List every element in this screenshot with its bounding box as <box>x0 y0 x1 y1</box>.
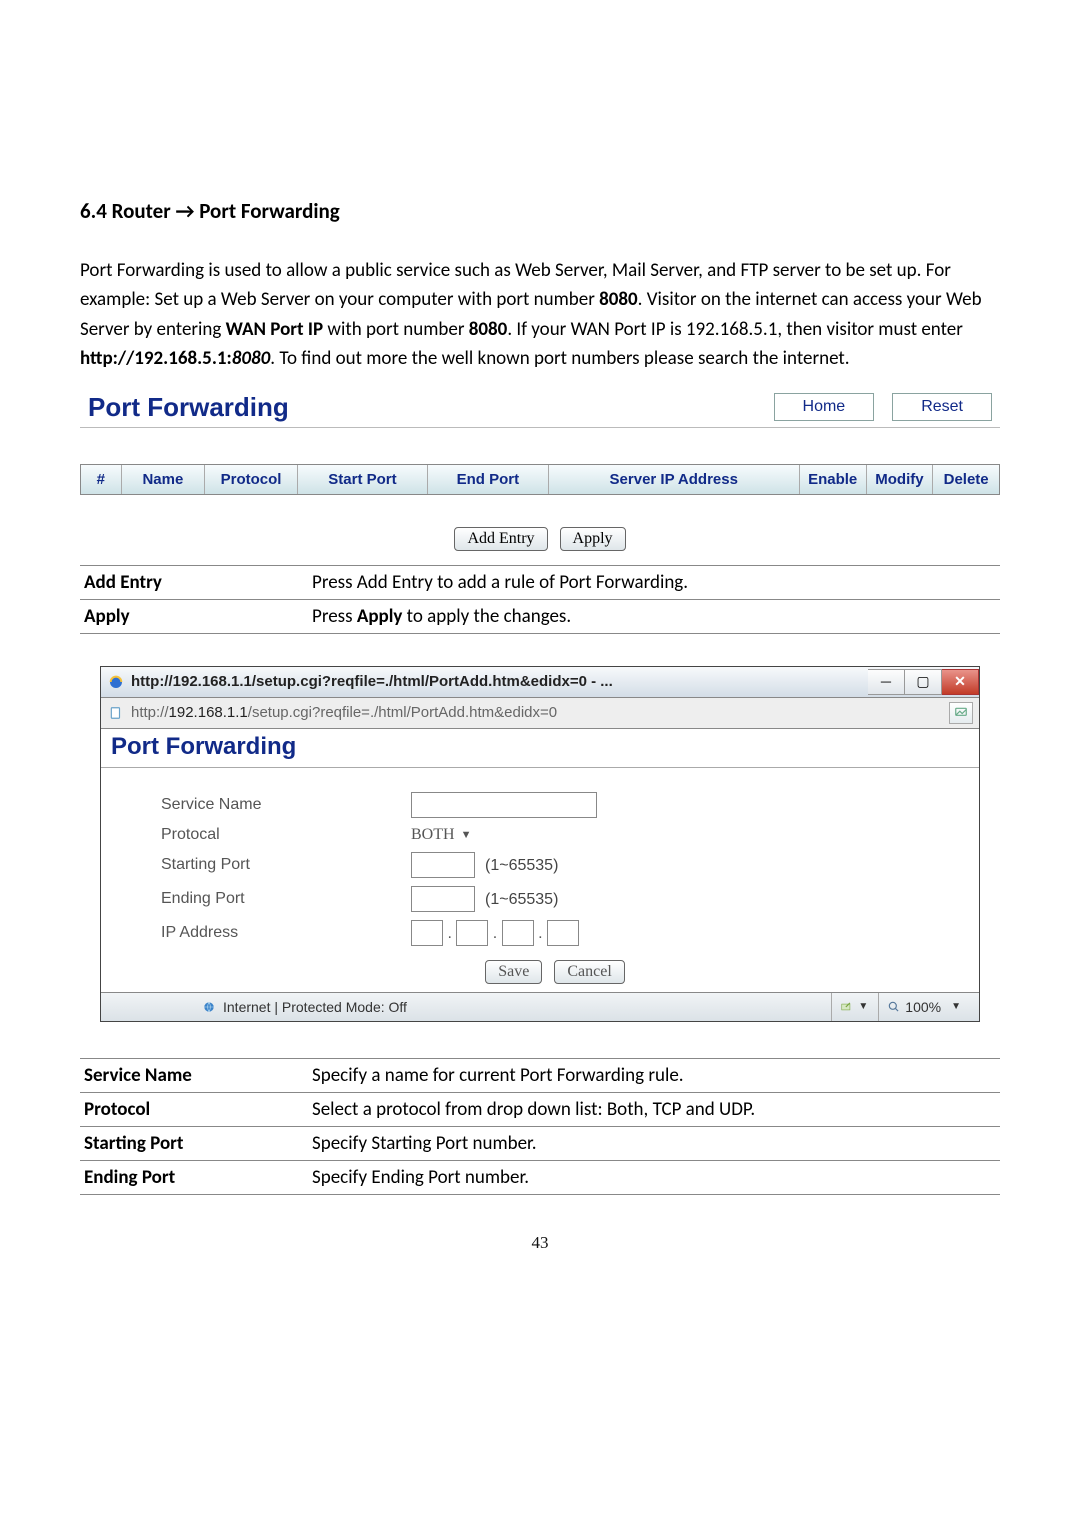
addr-part: http:// <box>131 704 169 721</box>
port-forwarding-table-header: # Name Protocol Start Port End Port Serv… <box>80 464 1000 495</box>
port-add-popup: http://192.168.1.1/setup.cgi?reqfile=./h… <box>100 666 980 1022</box>
ip-octet-input[interactable] <box>456 920 488 946</box>
starting-port-input[interactable] <box>411 852 475 878</box>
ie-icon <box>107 673 125 691</box>
desc-text: Press Apply to apply the changes. <box>308 599 1000 633</box>
desc-text: Press Add Entry to add a rule of Port Fo… <box>308 565 1000 599</box>
label-ip-address: IP Address <box>161 924 411 942</box>
maximize-button[interactable]: ▢ <box>905 669 942 695</box>
protocal-select[interactable]: BOTH ▼ <box>411 826 471 844</box>
table-row: Protocol Select a protocol from drop dow… <box>80 1092 1000 1126</box>
zoom-pane[interactable]: 100% ▼ <box>878 993 969 1021</box>
desc-term: Ending Port <box>80 1160 308 1194</box>
col-end-port: End Port <box>428 465 549 494</box>
addr-host: 192.168.1.1 <box>169 704 248 721</box>
range-hint: (1~65535) <box>485 857 558 874</box>
table-row: Starting Port Specify Starting Port numb… <box>80 1126 1000 1160</box>
chevron-down-icon: ▼ <box>461 829 472 841</box>
label-protocal: Protocal <box>161 826 411 844</box>
para-text: . If your WAN Port IP is 192.168.5.1, th… <box>507 318 963 341</box>
status-zone-text: Internet | Protected Mode: Off <box>223 999 407 1015</box>
para-bold-italic: 8080 <box>232 347 271 370</box>
home-button[interactable]: Home <box>774 393 875 421</box>
save-button[interactable]: Save <box>485 960 542 984</box>
chevron-down-icon: ▼ <box>951 1001 961 1012</box>
page-title: Port Forwarding <box>80 392 289 423</box>
desc-text: Select a protocol from drop down list: B… <box>308 1092 1000 1126</box>
para-bold: 8080 <box>599 288 638 311</box>
para-text: with port number <box>323 318 469 341</box>
status-pane-icon[interactable]: ▼ <box>831 993 876 1021</box>
reset-button[interactable]: Reset <box>892 393 992 421</box>
ending-port-input[interactable] <box>411 886 475 912</box>
port-forwarding-panel: Port Forwarding Home Reset # Name Protoc… <box>80 392 1000 551</box>
desc-term: Protocol <box>80 1092 308 1126</box>
ip-octet-input[interactable] <box>502 920 534 946</box>
para-bold: WAN Port IP <box>226 318 324 341</box>
page-number: 43 <box>80 1233 1000 1253</box>
zoom-value: 100% <box>905 999 941 1015</box>
table-row: Add Entry Press Add Entry to add a rule … <box>80 565 1000 599</box>
desc-span: Press <box>312 605 357 628</box>
table-row: Service Name Specify a name for current … <box>80 1058 1000 1092</box>
fields-description-table: Service Name Specify a name for current … <box>80 1058 1000 1195</box>
buttons-description-table: Add Entry Press Add Entry to add a rule … <box>80 565 1000 634</box>
desc-term: Apply <box>80 599 308 633</box>
range-hint: (1~65535) <box>485 891 558 908</box>
col-name: Name <box>122 465 205 494</box>
service-name-input[interactable] <box>411 792 597 818</box>
desc-text: Specify a name for current Port Forwardi… <box>308 1058 1000 1092</box>
window-title: http://192.168.1.1/setup.cgi?reqfile=./h… <box>131 673 868 690</box>
address-bar[interactable]: http://192.168.1.1/setup.cgi?reqfile=./h… <box>101 698 979 729</box>
compat-view-icon[interactable] <box>949 702 973 724</box>
para-bold: 8080 <box>469 318 508 341</box>
table-row: Apply Press Apply to apply the changes. <box>80 599 1000 633</box>
para-text: . To find out more the well known port n… <box>270 347 849 370</box>
zoom-icon <box>887 1000 901 1014</box>
protocal-value: BOTH <box>411 826 455 844</box>
status-bar: Internet | Protected Mode: Off ▼ 100% ▼ <box>101 992 979 1021</box>
label-service-name: Service Name <box>161 796 411 814</box>
col-server-ip: Server IP Address <box>549 465 800 494</box>
desc-span: to apply the changes. <box>402 605 571 628</box>
window-title-bar: http://192.168.1.1/setup.cgi?reqfile=./h… <box>101 667 979 698</box>
col-delete: Delete <box>933 465 999 494</box>
close-button[interactable]: ✕ <box>942 669 979 695</box>
desc-text: Specify Starting Port number. <box>308 1126 1000 1160</box>
col-enable: Enable <box>800 465 867 494</box>
internet-zone-icon <box>201 999 217 1015</box>
ip-octet-input[interactable] <box>547 920 579 946</box>
section-heading: 6.4 Router → Port Forwarding <box>80 198 1000 224</box>
desc-bold: Apply <box>357 605 403 628</box>
intro-paragraph: Port Forwarding is used to allow a publi… <box>80 256 1000 374</box>
label-ending-port: Ending Port <box>161 890 411 908</box>
desc-term: Service Name <box>80 1058 308 1092</box>
cancel-button[interactable]: Cancel <box>554 960 624 984</box>
label-starting-port: Starting Port <box>161 856 411 874</box>
col-modify: Modify <box>867 465 934 494</box>
desc-term: Starting Port <box>80 1126 308 1160</box>
addr-part: /setup.cgi?reqfile=./html/PortAdd.htm&ed… <box>248 704 557 721</box>
page-icon <box>107 704 125 722</box>
minimize-button[interactable]: — <box>868 669 905 695</box>
table-row: Ending Port Specify Ending Port number. <box>80 1160 1000 1194</box>
chevron-down-icon: ▼ <box>858 1001 868 1012</box>
col-index: # <box>81 465 122 494</box>
ip-octet-input[interactable] <box>411 920 443 946</box>
desc-term: Add Entry <box>80 565 308 599</box>
add-entry-button[interactable]: Add Entry <box>454 527 547 551</box>
desc-text: Specify Ending Port number. <box>308 1160 1000 1194</box>
para-bold: http://192.168.5.1: <box>80 347 232 370</box>
col-protocol: Protocol <box>205 465 298 494</box>
popup-page-title: Port Forwarding <box>111 733 969 761</box>
ip-address-input-group: . . . <box>411 920 579 946</box>
address-text: http://192.168.1.1/setup.cgi?reqfile=./h… <box>131 704 949 721</box>
apply-button[interactable]: Apply <box>560 527 626 551</box>
col-start-port: Start Port <box>298 465 428 494</box>
